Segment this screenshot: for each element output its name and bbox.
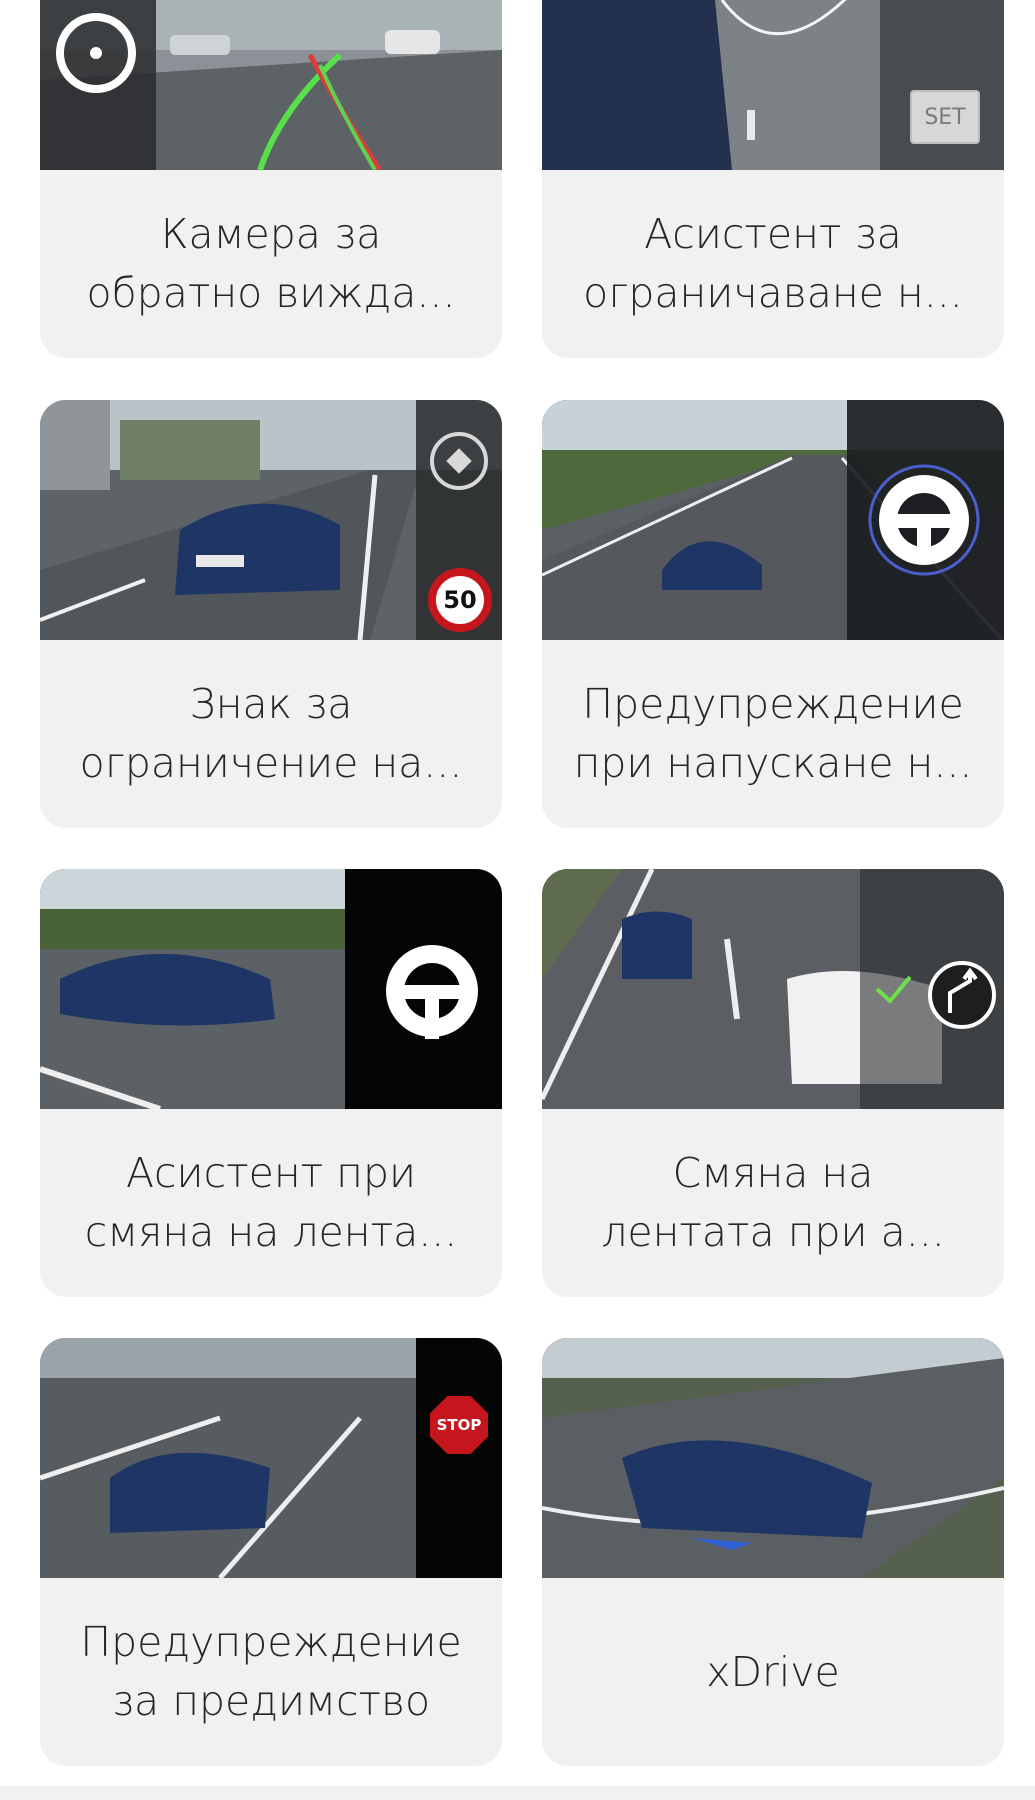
feature-card-speed-limit-assistant[interactable]: SET Асистент за ограничаване н...: [542, 0, 1004, 358]
rear-camera-label: Камера за обратно вижда...: [86, 210, 456, 317]
set-button-icon: SET: [910, 90, 980, 144]
speed-sign-thumbnail: 50: [40, 400, 502, 640]
xdrive-image: [542, 1338, 1004, 1578]
steering-wheel-icon: [378, 937, 486, 1045]
bottom-bar: [0, 1786, 1035, 1800]
feature-card-xdrive[interactable]: xDrive: [542, 1338, 1004, 1766]
auto-lane-change-label: Смяна на лентата при а...: [601, 1149, 945, 1256]
feature-card-rear-camera[interactable]: Камера за обратно вижда...: [40, 0, 502, 358]
speed-limit-sign-icon: 50: [428, 568, 492, 632]
speed-limit-assistant-image: [542, 0, 1004, 170]
lane-departure-thumbnail: [542, 400, 1004, 640]
right-of-way-label: Предупреждение за предимство: [80, 1618, 462, 1725]
xdrive-thumbnail: [542, 1338, 1004, 1578]
steering-wheel-icon: [53, 10, 139, 96]
lane-departure-label: Предупреждение при напускане н...: [573, 680, 973, 787]
auto-lane-change-thumbnail: [542, 869, 1004, 1109]
satellite-icon: [428, 430, 490, 492]
right-of-way-thumbnail: STOP: [40, 1338, 502, 1578]
feature-card-auto-lane-change[interactable]: Смяна на лентата при а...: [542, 869, 1004, 1297]
right-of-way-image: [40, 1338, 502, 1578]
feature-card-lane-departure[interactable]: Предупреждение при напускане н...: [542, 400, 1004, 828]
speed-limit-assistant-label: Асистент за ограничаване н...: [583, 210, 963, 317]
speed-sign-label: Знак за ограничение на...: [79, 680, 463, 787]
lane-change-assistant-label: Асистент при смяна на лента...: [84, 1149, 458, 1256]
xdrive-label: xDrive: [706, 1647, 840, 1696]
lane-change-assistant-thumbnail: [40, 869, 502, 1109]
feature-card-right-of-way[interactable]: STOP Предупреждение за предимство: [40, 1338, 502, 1766]
lane-change-icon: [926, 959, 998, 1031]
feature-card-lane-change-assistant[interactable]: Асистент при смяна на лента...: [40, 869, 502, 1297]
speed-limit-assistant-thumbnail: SET: [542, 0, 1004, 170]
feature-card-speed-sign[interactable]: 50 Знак за ограничение на...: [40, 400, 502, 828]
rear-camera-thumbnail: [40, 0, 502, 170]
steering-wheel-icon: [866, 462, 982, 578]
